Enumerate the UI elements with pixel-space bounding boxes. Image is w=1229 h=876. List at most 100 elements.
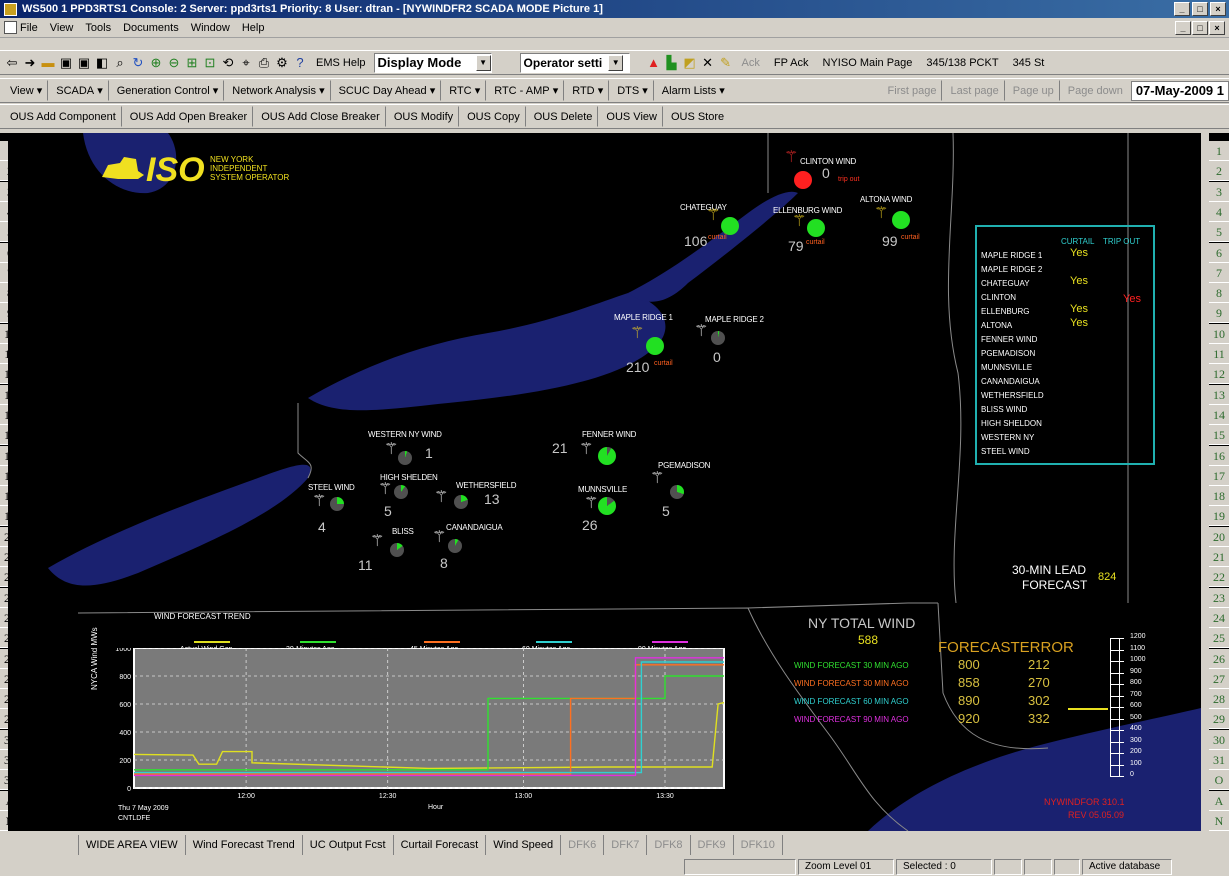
row-index-cell[interactable]: 5: [1209, 222, 1229, 243]
row-index-cell[interactable]: 14: [1209, 404, 1229, 425]
help-cursor-icon[interactable]: ?: [292, 55, 308, 71]
maple-ridge-1-status-dot[interactable]: [646, 337, 664, 355]
zoom-fit-icon[interactable]: ⊡: [202, 55, 218, 71]
row-index-cell[interactable]: 4: [1209, 201, 1229, 222]
scuc-day-ahead-dropdown[interactable]: SCUC Day Ahead ▾: [333, 80, 442, 101]
fenner-status-dot[interactable]: [598, 447, 616, 465]
display2-icon[interactable]: ▣: [76, 55, 92, 71]
row-index-cell[interactable]: 19: [1209, 506, 1229, 527]
refresh-icon[interactable]: ↻: [130, 55, 146, 71]
tab-dfk6[interactable]: DFK6: [561, 835, 605, 855]
fp-ack-button[interactable]: FP Ack: [768, 52, 815, 73]
row-index-cell[interactable]: 16: [1209, 445, 1229, 466]
row-index-cell[interactable]: 13: [1209, 384, 1229, 405]
ellenburg-status-dot[interactable]: [807, 219, 825, 237]
row-index-cell[interactable]: 20: [1209, 526, 1229, 547]
pan-icon[interactable]: ⌖: [238, 55, 254, 71]
tab-dfk9[interactable]: DFK9: [691, 835, 734, 855]
last-page-button[interactable]: Last page: [944, 80, 1005, 101]
display-icon[interactable]: ▣: [58, 55, 74, 71]
tab-curtail-forecast[interactable]: Curtail Forecast: [394, 835, 487, 855]
row-index-cell[interactable]: 30: [1209, 729, 1229, 750]
menu-file[interactable]: File: [20, 22, 38, 34]
tab-wide-area-view[interactable]: WIDE AREA VIEW: [78, 835, 186, 855]
zoom-prev-icon[interactable]: ⟲: [220, 55, 236, 71]
row-index-cell[interactable]: 29: [1209, 709, 1229, 730]
forward-icon[interactable]: ➜: [22, 55, 38, 71]
folder-icon[interactable]: ▬: [40, 55, 56, 71]
row-index-cell[interactable]: 11: [1209, 344, 1229, 364]
view-dropdown[interactable]: View ▾: [4, 80, 49, 101]
document-icon[interactable]: [4, 21, 17, 34]
canandaigua-status-dot[interactable]: [448, 539, 462, 553]
row-index-cell[interactable]: 8: [1209, 283, 1229, 304]
tab-wind-speed[interactable]: Wind Speed: [486, 835, 562, 855]
row-index-cell[interactable]: 2: [1209, 161, 1229, 182]
pgemadison-status-dot[interactable]: [670, 485, 684, 499]
tools-icon[interactable]: ⚙: [274, 55, 290, 71]
ous-store-button[interactable]: OUS Store: [665, 106, 730, 127]
row-index-cell[interactable]: 23: [1209, 587, 1229, 608]
ous-view-button[interactable]: OUS View: [600, 106, 663, 127]
find-icon[interactable]: ⌕: [112, 55, 128, 71]
doc-minimize-button[interactable]: _: [1175, 21, 1191, 35]
doc-restore-button[interactable]: □: [1192, 21, 1208, 35]
date-field[interactable]: 07-May-2009 1: [1130, 80, 1229, 101]
open-icon[interactable]: ◧: [94, 55, 110, 71]
menu-view[interactable]: View: [50, 22, 74, 34]
wethersfield-status-dot[interactable]: [454, 495, 468, 509]
tab-wind-forecast-trend[interactable]: Wind Forecast Trend: [186, 835, 303, 855]
network-analysis-dropdown[interactable]: Network Analysis ▾: [226, 80, 331, 101]
tag-icon[interactable]: ◩: [682, 55, 698, 71]
ous-copy-button[interactable]: OUS Copy: [461, 106, 526, 127]
tab-uc-output-fcst[interactable]: UC Output Fcst: [303, 835, 394, 855]
row-index-cell[interactable]: 28: [1209, 689, 1229, 710]
menu-help[interactable]: Help: [242, 22, 265, 34]
row-index-cell[interactable]: 26: [1209, 648, 1229, 669]
nyiso-main-page-button[interactable]: NYISO Main Page: [817, 52, 919, 73]
row-index-cell[interactable]: 1: [1209, 141, 1229, 161]
row-index-cell[interactable]: 15: [1209, 425, 1229, 446]
ous-delete-button[interactable]: OUS Delete: [528, 106, 599, 127]
restore-button[interactable]: □: [1192, 2, 1208, 16]
first-page-button[interactable]: First page: [882, 80, 943, 101]
menu-window[interactable]: Window: [191, 22, 230, 34]
ous-add-open-breaker-button[interactable]: OUS Add Open Breaker: [124, 106, 254, 127]
row-index-cell[interactable]: 21: [1209, 547, 1229, 567]
row-index-cell[interactable]: 9: [1209, 303, 1229, 324]
row-index-cell[interactable]: 3: [1209, 181, 1229, 202]
scada-dropdown[interactable]: SCADA ▾: [50, 80, 109, 101]
chateguay-status-dot[interactable]: [721, 217, 739, 235]
page-up-button[interactable]: Page up: [1007, 80, 1060, 101]
tab-dfk7[interactable]: DFK7: [604, 835, 648, 855]
alarm-icon[interactable]: ▲: [646, 55, 662, 71]
rtd-dropdown[interactable]: RTD ▾: [566, 80, 610, 101]
close-button[interactable]: ×: [1210, 2, 1226, 16]
minimize-button[interactable]: _: [1174, 2, 1190, 16]
row-index-cell[interactable]: 25: [1209, 628, 1229, 649]
doc-close-button[interactable]: ×: [1209, 21, 1225, 35]
display-mode-select[interactable]: Display Mode ▼: [373, 52, 492, 73]
ems-help-button[interactable]: EMS Help: [310, 52, 372, 73]
row-index-cell[interactable]: A: [1209, 790, 1229, 811]
row-index-cell[interactable]: N: [1209, 810, 1229, 831]
tab-dfk8[interactable]: DFK8: [647, 835, 691, 855]
ous-add-close-breaker-button[interactable]: OUS Add Close Breaker: [255, 106, 386, 127]
row-index-cell[interactable]: 22: [1209, 567, 1229, 588]
ous-modify-button[interactable]: OUS Modify: [388, 106, 460, 127]
menu-documents[interactable]: Documents: [123, 22, 179, 34]
row-index-cell[interactable]: 6: [1209, 242, 1229, 263]
rtc-dropdown[interactable]: RTC ▾: [443, 80, 487, 101]
page-down-button[interactable]: Page down: [1062, 80, 1129, 101]
ous-add-component-button[interactable]: OUS Add Component: [4, 106, 122, 127]
row-index-cell[interactable]: 17: [1209, 465, 1229, 486]
menu-tools[interactable]: Tools: [85, 22, 111, 34]
clinton-status-dot[interactable]: [794, 171, 812, 189]
row-index-cell[interactable]: 18: [1209, 486, 1229, 507]
tab-dfk10[interactable]: DFK10: [734, 835, 783, 855]
operator-settings-select[interactable]: Operator setti ▼: [519, 52, 630, 73]
pencil-icon[interactable]: ✎: [718, 55, 734, 71]
delete-icon[interactable]: ✕: [700, 55, 716, 71]
steel-wind-status-dot[interactable]: [330, 497, 344, 511]
pckt-button[interactable]: 345/138 PCKT: [920, 52, 1004, 73]
